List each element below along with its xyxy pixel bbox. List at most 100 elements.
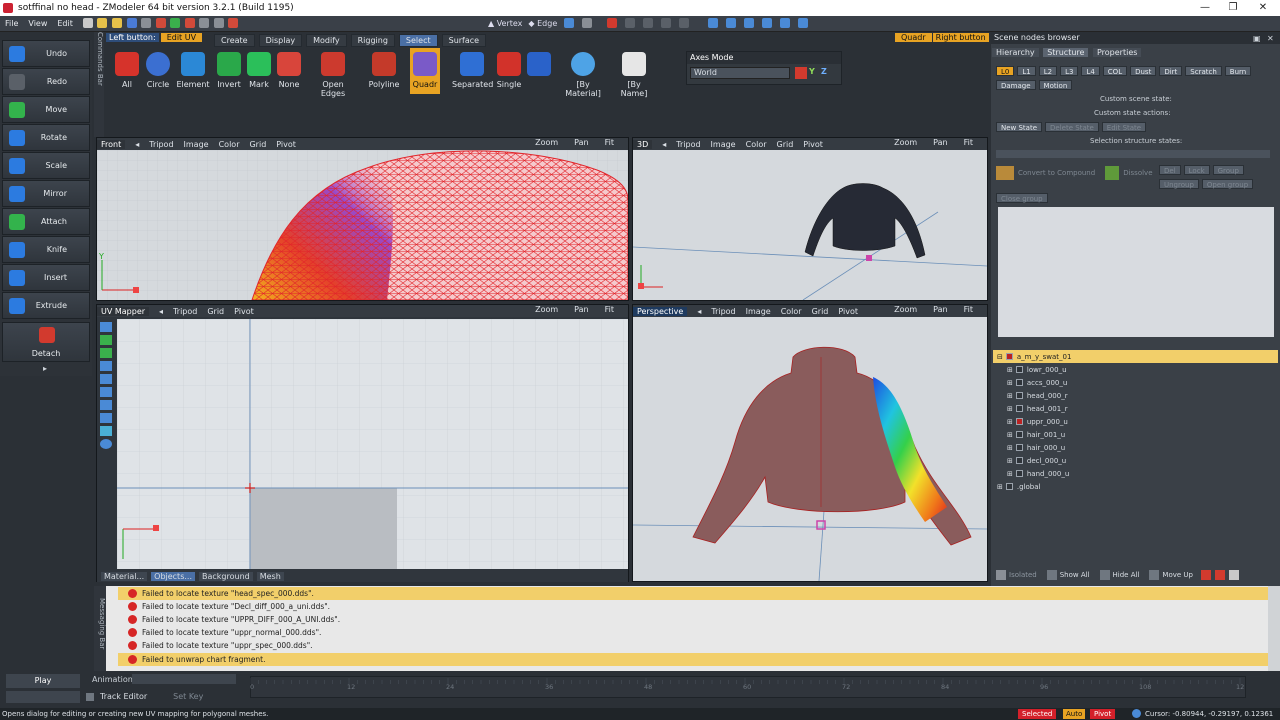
delete-state-button[interactable]: Delete State [1045, 122, 1099, 132]
import-icon[interactable] [141, 17, 152, 28]
display-icon[interactable] [780, 18, 791, 28]
viewport-menu-arrow[interactable]: ◂ [697, 307, 701, 316]
camera-icon[interactable] [726, 18, 737, 28]
set-key-button[interactable]: Set Key [173, 692, 203, 701]
insert-button[interactable]: Insert [2, 264, 90, 291]
isolated-button[interactable]: Isolated [1009, 571, 1037, 579]
lod-l3-button[interactable]: L3 [1060, 66, 1079, 76]
tripod-toggle[interactable]: Tripod [173, 307, 197, 316]
open-group-button[interactable]: Open group [1201, 179, 1254, 189]
tree-expand-icon[interactable]: ⊞ [1007, 379, 1013, 387]
open-file-icon[interactable] [97, 17, 108, 28]
edit-uv-mode[interactable]: Edit UV [160, 33, 203, 42]
copy-icon[interactable] [199, 17, 210, 28]
lod-l2-button[interactable]: L2 [1038, 66, 1058, 76]
uv-pack-icon[interactable] [100, 439, 112, 449]
select-by-name-button[interactable]: [By Name] [614, 48, 654, 98]
tree-node[interactable]: ⊟ a_m_y_swat_01 [997, 350, 1071, 363]
select-by-material-button[interactable]: [By Material] [558, 48, 608, 98]
viewport-name[interactable]: UV Mapper [97, 306, 150, 316]
hide-all-button[interactable]: Hide All [1113, 571, 1140, 579]
tree-expand-icon[interactable]: ⊞ [997, 483, 1003, 491]
object-mode-icon[interactable] [582, 18, 593, 28]
grid-toggle[interactable]: Grid [249, 140, 266, 149]
select-id-button[interactable] [526, 48, 552, 94]
auto-indicator[interactable]: Auto [1063, 709, 1086, 719]
uv-scale-icon[interactable] [100, 361, 112, 371]
show-all-button[interactable]: Show All [1060, 571, 1090, 579]
menu-view[interactable]: View [23, 19, 52, 28]
tree-node[interactable]: ⊞ head_000_r [1007, 389, 1068, 402]
knife-button[interactable]: Knife [2, 236, 90, 263]
vertex-mode-button[interactable]: ▲ Vertex [488, 19, 522, 28]
sort-icon[interactable] [1214, 570, 1225, 580]
tree-expand-icon[interactable]: ⊞ [1007, 392, 1013, 400]
new-state-button[interactable]: New State [996, 122, 1043, 132]
paste-icon[interactable] [213, 17, 224, 28]
snap-status-icon[interactable] [1132, 709, 1141, 718]
pan-button[interactable]: Pan [574, 138, 588, 147]
uv-mirror-icon[interactable] [100, 374, 112, 384]
uv-select-icon[interactable] [100, 322, 112, 332]
tab-properties[interactable]: Properties [1092, 48, 1142, 57]
face-mode-icon[interactable] [564, 18, 575, 28]
detach-button[interactable]: Detach [2, 322, 90, 362]
message-row[interactable]: Failed to locate texture "head_spec_000.… [118, 587, 1268, 600]
tab-modify[interactable]: Modify [306, 34, 347, 47]
visibility-checkbox[interactable] [1015, 470, 1023, 477]
pivot-toggle[interactable]: Pivot [803, 140, 823, 149]
export-icon[interactable] [155, 17, 166, 28]
select-all-button[interactable]: All [114, 48, 140, 94]
viewport-menu-arrow[interactable]: ◂ [159, 307, 163, 316]
select-open-edges-button[interactable]: Open Edges [310, 48, 356, 98]
tab-create[interactable]: Create [214, 34, 255, 47]
new-file-icon[interactable] [82, 17, 93, 28]
front-viewport[interactable]: Front ◂ Tripod Image Color Grid Pivot Zo… [96, 137, 629, 301]
move-up-button[interactable]: Move Up [1162, 571, 1193, 579]
viewport-name[interactable]: Front [97, 139, 126, 149]
selected-indicator[interactable]: Selected [1018, 709, 1057, 719]
view-icon[interactable] [744, 18, 755, 28]
lod-l0-button[interactable]: L0 [996, 66, 1015, 76]
damage-dropdown[interactable]: Damage [996, 80, 1036, 90]
track-editor-button[interactable]: Track Editor [100, 692, 147, 701]
light-icon[interactable] [708, 18, 719, 28]
snap-icon[interactable] [625, 18, 636, 28]
close-button[interactable]: ✕ [1248, 0, 1278, 16]
message-row[interactable]: Failed to locate texture "Decl_diff_000_… [118, 600, 1268, 613]
tripod-toggle[interactable]: Tripod [711, 307, 735, 316]
move-button[interactable]: Move [2, 96, 90, 123]
axis-y-toggle[interactable]: Y [809, 67, 815, 76]
visibility-checkbox[interactable] [1015, 444, 1023, 451]
message-row[interactable]: Failed to locate texture "uppr_normal_00… [118, 626, 1268, 639]
tree-expand-icon[interactable]: ⊞ [1007, 418, 1013, 426]
axes-lock-icon[interactable] [795, 67, 807, 79]
visibility-checkbox[interactable] [1015, 392, 1023, 399]
shading-icon[interactable] [798, 18, 809, 28]
tree-collapse-icon[interactable]: ⊟ [997, 353, 1003, 361]
viewport-menu-arrow[interactable]: ◂ [662, 140, 666, 149]
burn-button[interactable]: Burn [1224, 66, 1252, 76]
pivot-toggle[interactable]: Pivot [276, 140, 296, 149]
tab-select[interactable]: Select [398, 34, 438, 47]
motion-dropdown[interactable]: Motion [1038, 80, 1073, 90]
tree-node[interactable]: ⊞ hair_000_u [1007, 441, 1065, 454]
save-icon[interactable] [126, 17, 137, 28]
col-button[interactable]: COL [1102, 66, 1128, 76]
dust-button[interactable]: Dust [1130, 66, 1157, 76]
visibility-checkbox[interactable] [1015, 366, 1023, 373]
pan-button[interactable]: Pan [933, 305, 947, 314]
del-button[interactable]: Del [1159, 165, 1181, 175]
dirt-button[interactable]: Dirt [1159, 66, 1183, 76]
pivot-toggle[interactable]: Pivot [234, 307, 254, 316]
state-list-area[interactable] [998, 207, 1274, 337]
animation-select[interactable] [132, 674, 236, 684]
uv-move-icon[interactable] [100, 335, 112, 345]
tree-node[interactable]: ⊞ head_001_r [1007, 402, 1068, 415]
selection-states-list[interactable] [996, 150, 1270, 158]
grid-toggle[interactable]: Grid [777, 140, 794, 149]
message-row[interactable]: Failed to locate texture "uppr_spec_000.… [118, 639, 1268, 652]
perspective-scene-view[interactable] [633, 317, 987, 581]
tab-hierarchy[interactable]: Hierarchy [992, 48, 1039, 57]
undo-button[interactable]: Undo [2, 40, 90, 67]
